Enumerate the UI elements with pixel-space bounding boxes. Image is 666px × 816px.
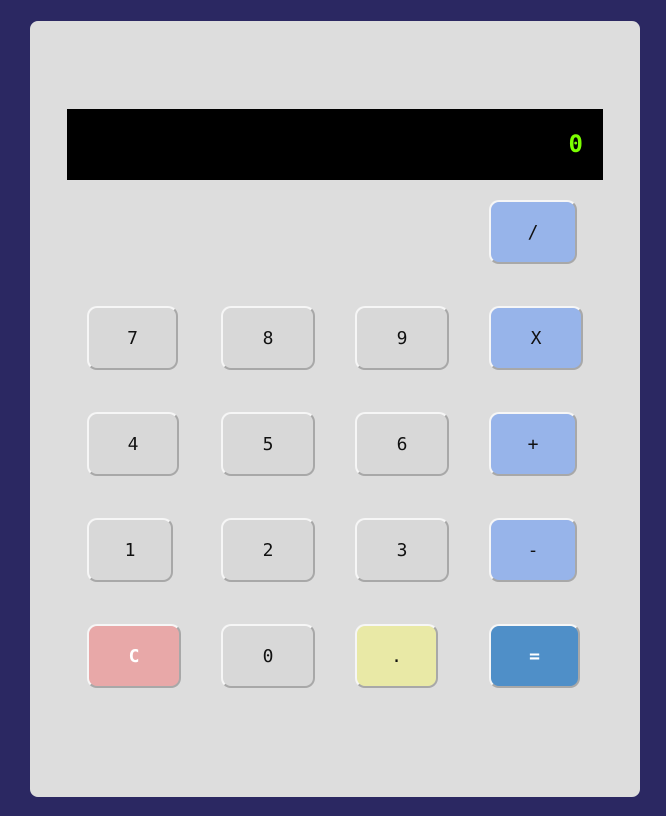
display-value: 0 [568, 130, 583, 158]
nine-button[interactable]: 9 [355, 306, 449, 370]
equals-button[interactable]: = [489, 624, 580, 688]
decimal-button[interactable]: . [355, 624, 438, 688]
eight-button[interactable]: 8 [221, 306, 315, 370]
multiply-button[interactable]: X [489, 306, 583, 370]
subtract-button[interactable]: - [489, 518, 577, 582]
zero-button[interactable]: 0 [221, 624, 315, 688]
seven-button[interactable]: 7 [87, 306, 178, 370]
divide-button[interactable]: / [489, 200, 577, 264]
four-button[interactable]: 4 [87, 412, 179, 476]
clear-button[interactable]: C [87, 624, 181, 688]
six-button[interactable]: 6 [355, 412, 449, 476]
three-button[interactable]: 3 [355, 518, 449, 582]
one-button[interactable]: 1 [87, 518, 173, 582]
five-button[interactable]: 5 [221, 412, 315, 476]
calculator-body: 0 / 7 8 9 X 4 5 6 + 1 2 3 - C 0 . = [30, 21, 640, 797]
add-button[interactable]: + [489, 412, 577, 476]
calculator-display: 0 [67, 109, 603, 180]
two-button[interactable]: 2 [221, 518, 315, 582]
